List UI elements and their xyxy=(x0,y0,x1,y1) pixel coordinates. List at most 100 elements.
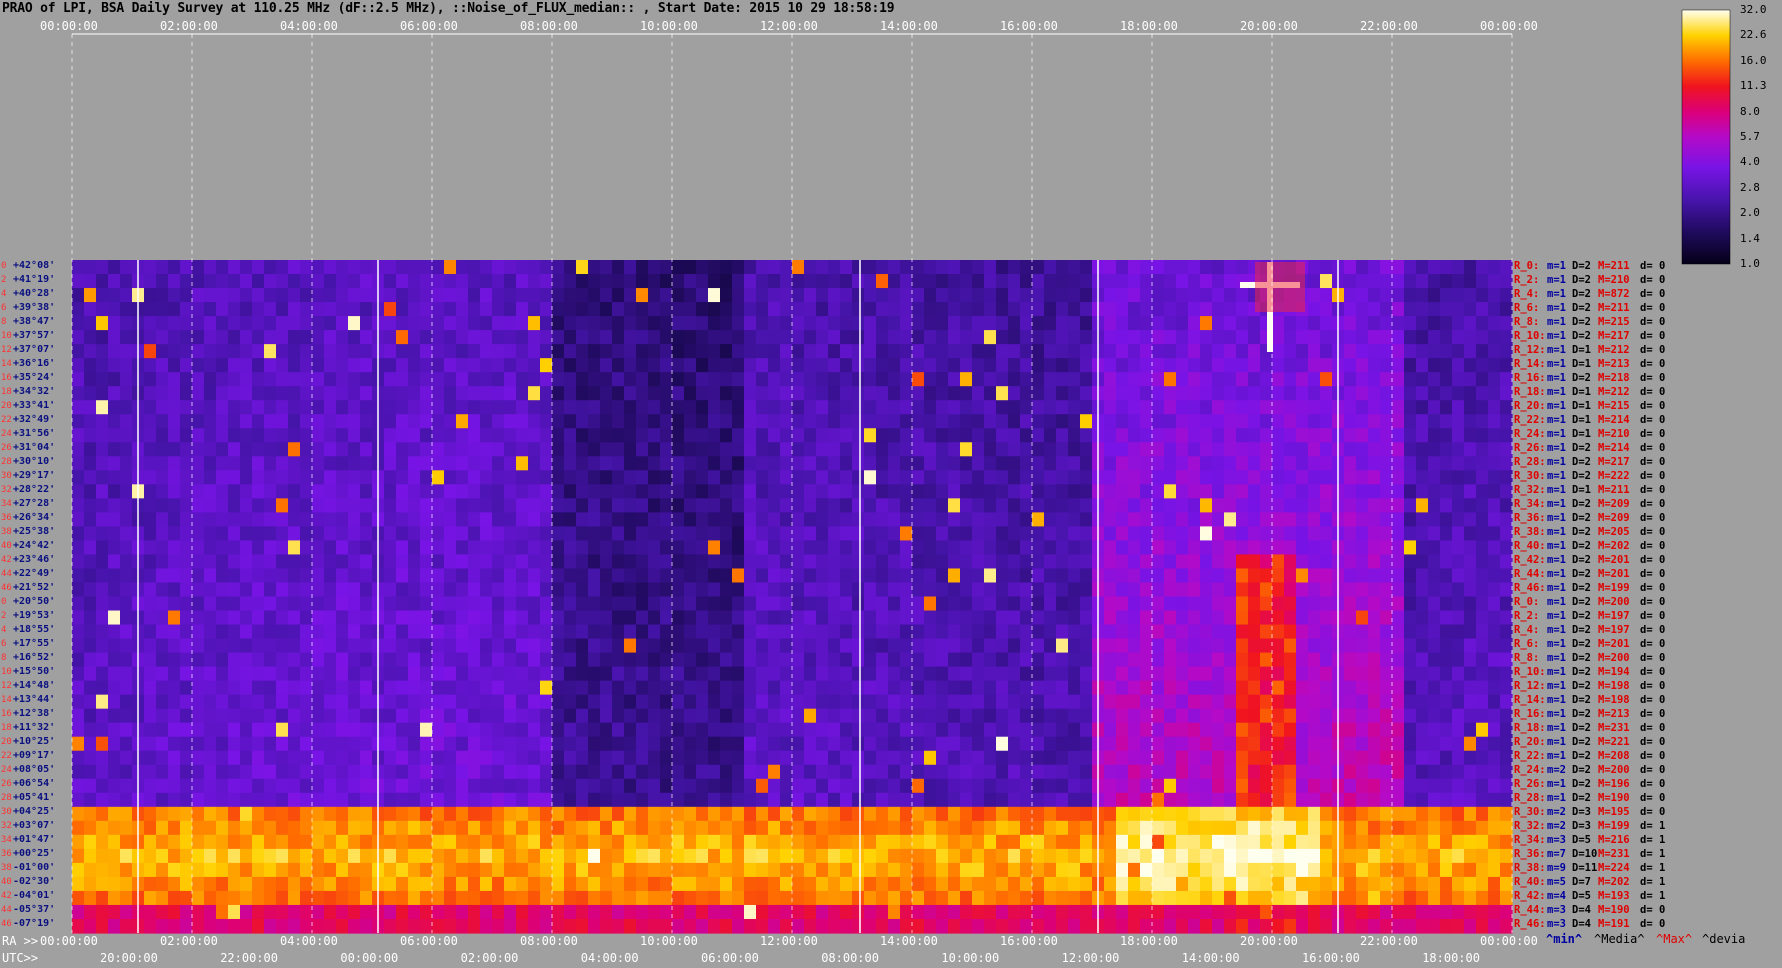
utc-axis-label: 12:00:00 xyxy=(1061,951,1120,965)
row-index: 18 xyxy=(1,386,12,397)
row-stat-M: M=231 xyxy=(1598,848,1630,861)
utc-axis-label: 08:00:00 xyxy=(821,951,879,965)
row-stat-d: D=2 xyxy=(1572,638,1591,651)
row-stat-dv: d= 0 xyxy=(1640,764,1666,777)
declination-label: +04°25' xyxy=(13,806,56,818)
row-stat-m: m=7 xyxy=(1547,848,1566,861)
row-stat-m: m=1 xyxy=(1547,357,1566,370)
row-index: 2 xyxy=(1,274,7,285)
row-stat-m: m=1 xyxy=(1547,750,1566,763)
declination-label: +31°56' xyxy=(13,427,56,439)
row-stat-d: D=7 xyxy=(1572,876,1591,889)
declination-label: +19°53' xyxy=(13,610,56,622)
declination-label: +23°46' xyxy=(13,553,56,565)
row-stat-d: D=10 xyxy=(1572,848,1598,861)
row-stat-m: m=1 xyxy=(1547,694,1566,707)
row-stat-dv: d= 0 xyxy=(1640,469,1666,482)
row-stat-d: D=2 xyxy=(1572,273,1591,286)
row-stat-d: D=3 xyxy=(1572,820,1591,833)
row-stat-m: m=4 xyxy=(1547,890,1566,903)
row-stat-m: m=1 xyxy=(1547,469,1566,482)
row-index: 34 xyxy=(1,498,12,509)
row-stat-dv: d= 0 xyxy=(1640,385,1666,398)
declination-label: +03°07' xyxy=(13,820,56,832)
row-stat-m: m=1 xyxy=(1547,539,1566,552)
row-stat-m: m=1 xyxy=(1547,708,1566,721)
row-stat-d: D=2 xyxy=(1572,750,1591,763)
row-stat-dv: d= 1 xyxy=(1640,848,1666,861)
row-stat-r: R_42: xyxy=(1514,890,1546,903)
row-index: 12 xyxy=(1,344,12,355)
row-stat-m: m=1 xyxy=(1547,722,1566,735)
declination-label: +29°17' xyxy=(13,469,56,481)
declination-label: +22°49' xyxy=(13,567,56,579)
colorbar-label: 4.0 xyxy=(1740,155,1760,169)
row-stat-m: m=1 xyxy=(1547,455,1566,468)
row-stat-m: m=3 xyxy=(1547,834,1566,847)
row-stat-m: m=9 xyxy=(1547,862,1566,875)
row-stat-m: m=1 xyxy=(1547,666,1566,679)
row-stat-r: R_0: xyxy=(1514,259,1540,272)
row-stat-d: D=2 xyxy=(1572,581,1591,594)
row-stat-dv: d= 0 xyxy=(1640,638,1666,651)
row-stat-r: R_22: xyxy=(1514,750,1546,763)
bottom-axes: RA >> UTC>> ^min^ ^Media^ ^Max^ ^devia 0… xyxy=(0,932,1782,968)
row-stat-dv: d= 0 xyxy=(1640,806,1666,819)
ra-axis-label: 20:00:00 xyxy=(1240,934,1298,948)
ra-axis-label: 06:00:00 xyxy=(400,934,458,948)
declination-label: +42°08' xyxy=(13,259,56,271)
row-stat-d: D=2 xyxy=(1572,708,1591,721)
row-stat-d: D=2 xyxy=(1572,301,1591,314)
row-stat-dv: d= 0 xyxy=(1640,329,1666,342)
top-axis-label: 22:00:00 xyxy=(1360,19,1418,33)
row-stat-dv: d= 0 xyxy=(1640,343,1666,356)
stat-legend-min: ^min^ xyxy=(1546,932,1583,946)
row-index: 26 xyxy=(1,779,12,790)
declination-label: -02°30' xyxy=(13,876,56,888)
row-stat-M: M=221 xyxy=(1598,736,1630,749)
row-stat-m: m=1 xyxy=(1547,497,1566,510)
row-stat-m: m=1 xyxy=(1547,610,1566,623)
row-stat-d: D=2 xyxy=(1572,553,1591,566)
row-index: 38 xyxy=(1,526,12,537)
row-stat-d: D=5 xyxy=(1572,890,1591,903)
row-index: 40 xyxy=(1,540,12,551)
utc-axis-label: 18:00:00 xyxy=(1422,951,1480,965)
row-stat-r: R_24: xyxy=(1514,764,1546,777)
row-stat-dv: d= 0 xyxy=(1640,497,1666,510)
row-stat-d: D=1 xyxy=(1572,343,1591,356)
row-stat-m: m=1 xyxy=(1547,273,1566,286)
declination-label: +06°54' xyxy=(13,778,56,790)
row-index: 32 xyxy=(1,484,12,495)
row-stat-r: R_44: xyxy=(1514,567,1546,580)
row-index: 12 xyxy=(1,681,12,692)
row-stat-m: m=1 xyxy=(1547,329,1566,342)
row-index: 4 xyxy=(1,288,7,299)
declination-label: +10°25' xyxy=(13,736,56,748)
ra-axis-label: 00:00:00 xyxy=(1480,934,1538,948)
row-stat-r: R_32: xyxy=(1514,820,1546,833)
row-index: 14 xyxy=(1,358,12,369)
colorbar-label: 11.3 xyxy=(1740,79,1767,93)
row-stat-M: M=196 xyxy=(1598,778,1630,791)
row-stat-M: M=213 xyxy=(1598,357,1630,370)
row-stat-M: M=211 xyxy=(1598,483,1630,496)
colorbar xyxy=(1681,9,1731,265)
ra-axis-label: 08:00:00 xyxy=(520,934,578,948)
row-stat-M: M=195 xyxy=(1598,806,1630,819)
row-index: 0 xyxy=(1,260,7,271)
colorbar-label: 16.0 xyxy=(1740,53,1767,67)
row-stat-d: D=1 xyxy=(1572,483,1591,496)
row-stat-M: M=201 xyxy=(1598,567,1630,580)
row-index: 24 xyxy=(1,765,12,776)
row-stat-d: D=2 xyxy=(1572,371,1591,384)
row-stat-dv: d= 0 xyxy=(1640,666,1666,679)
colorbar-labels: 32.0 22.6 16.0 11.3 8.0 5.7 4.0 2.8 2.0 1.4 1.0 xyxy=(1626,0,1767,270)
row-stat-dv: d= 0 xyxy=(1640,581,1666,594)
row-stat-d: D=2 xyxy=(1572,469,1591,482)
row-stat-M: M=208 xyxy=(1598,750,1630,763)
ra-axis-label: 22:00:00 xyxy=(1360,934,1418,948)
row-stat-M: M=215 xyxy=(1598,315,1630,328)
declination-label: +20°50' xyxy=(13,596,56,607)
declination-label: -05°37' xyxy=(13,904,56,916)
